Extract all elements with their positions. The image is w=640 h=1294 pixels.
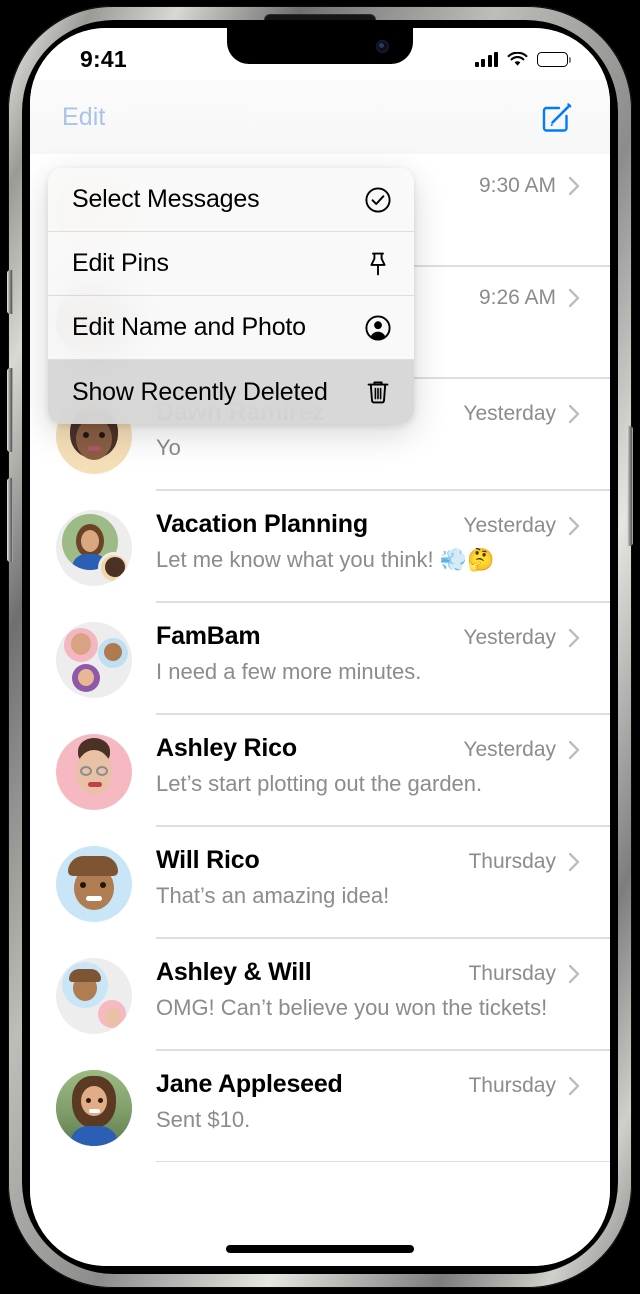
conversation-preview: Let’s start plotting out the garden. (156, 771, 483, 796)
table-row[interactable]: Ashley Rico Yesterday Let’s start plotti… (30, 714, 610, 826)
table-row[interactable]: Jane Appleseed Thursday Sent $10. (30, 1050, 610, 1162)
edit-button[interactable]: Edit (62, 103, 105, 132)
screenshot-root: 9:41 Edit 9:30 AM 9:26 AM Yesterday Yo V… (0, 0, 640, 1294)
row-meta: Thursday (454, 1074, 580, 1098)
row-meta: Thursday (454, 850, 580, 874)
conversation-time: Thursday (468, 850, 556, 873)
conversation-time: Yesterday (463, 626, 556, 649)
chevron-right-icon (568, 1076, 580, 1096)
navigation-bar: Edit (30, 80, 610, 154)
row-content: Ashley Rico Yesterday Let’s start plotti… (156, 728, 580, 798)
chevron-right-icon (568, 404, 580, 424)
phone-screen: 9:41 Edit 9:30 AM 9:26 AM Yesterday Yo V… (30, 28, 610, 1266)
row-header: Vacation Planning Yesterday (156, 510, 580, 539)
conversation-title: Ashley & Will (156, 958, 312, 986)
row-meta: Yesterday (449, 626, 580, 650)
row-header: Jane Appleseed Thursday (156, 1070, 580, 1099)
avatar (56, 734, 132, 810)
row-meta: 9:30 AM (465, 174, 580, 198)
row-meta: Thursday (454, 962, 580, 986)
conversation-time: 9:30 AM (478, 174, 556, 197)
row-meta: Yesterday (449, 402, 580, 426)
context-menu[interactable]: Select Messages Edit Pins Edit Name and … (48, 168, 414, 424)
menu-item-label: Edit Name and Photo (72, 313, 306, 341)
table-row[interactable]: Ashley & Will Thursday OMG! Can’t believ… (30, 938, 610, 1050)
conversation-time: Yesterday (463, 402, 556, 425)
wifi-icon (507, 51, 528, 66)
volume-down-button[interactable] (7, 478, 13, 562)
volume-up-button[interactable] (7, 368, 13, 452)
chevron-right-icon (568, 740, 580, 760)
status-indicators (474, 51, 572, 67)
table-row[interactable]: Vacation Planning Yesterday Let me know … (30, 490, 610, 602)
pin-icon (370, 252, 386, 275)
chevron-right-icon (568, 628, 580, 648)
front-camera-icon (376, 40, 389, 53)
row-header: Ashley Rico Yesterday (156, 734, 580, 763)
conversation-title: Will Rico (156, 846, 260, 874)
silence-switch[interactable] (7, 270, 13, 314)
conversation-preview: That’s an amazing idea! (156, 883, 390, 908)
chevron-right-icon (568, 516, 580, 536)
menu-item-select-messages[interactable]: Select Messages (48, 168, 414, 232)
conversation-preview: Let me know what you think! 💨🤔 (156, 547, 495, 572)
chevron-right-icon (568, 288, 580, 308)
battery-full-icon (537, 51, 572, 67)
conversation-preview: I need a few more minutes. (156, 659, 422, 684)
row-meta: 9:26 AM (465, 286, 580, 310)
conversation-time: Thursday (468, 1074, 556, 1097)
conversation-time: Yesterday (463, 514, 556, 537)
power-button[interactable] (627, 426, 633, 546)
conversation-title: FamBam (156, 622, 261, 650)
avatar (56, 958, 132, 1034)
notch (227, 28, 413, 64)
avatar (56, 1070, 132, 1146)
menu-item-label: Edit Pins (72, 249, 169, 277)
status-time: 9:41 (80, 45, 127, 72)
checkmark-circle-icon (365, 186, 391, 213)
table-row[interactable]: FamBam Yesterday I need a few more minut… (30, 602, 610, 714)
home-indicator[interactable] (226, 1245, 414, 1253)
conversation-title: Vacation Planning (156, 510, 368, 538)
conversation-time: 9:26 AM (478, 286, 556, 309)
conversation-time: Yesterday (463, 738, 556, 761)
avatar (56, 846, 132, 922)
row-content: Ashley & Will Thursday OMG! Can’t believ… (156, 952, 580, 1022)
row-meta: Yesterday (449, 738, 580, 762)
conversation-preview: OMG! Can’t believe you won the tickets! (156, 995, 548, 1020)
conversation-preview: Sent $10. (156, 1107, 251, 1132)
row-content: FamBam Yesterday I need a few more minut… (156, 616, 580, 686)
compose-icon[interactable] (540, 100, 574, 134)
chevron-right-icon (568, 176, 580, 196)
row-meta: Yesterday (449, 514, 580, 538)
row-content: Will Rico Thursday That’s an amazing ide… (156, 840, 580, 910)
row-header: Will Rico Thursday (156, 846, 580, 875)
conversation-title: Ashley Rico (156, 734, 297, 762)
menu-item-edit-name-and-photo[interactable]: Edit Name and Photo (48, 296, 414, 360)
trash-icon (367, 381, 389, 404)
menu-item-edit-pins[interactable]: Edit Pins (48, 232, 414, 296)
table-row[interactable]: Will Rico Thursday That’s an amazing ide… (30, 826, 610, 938)
chevron-right-icon (568, 964, 580, 984)
conversation-preview: Yo (156, 435, 181, 460)
avatar (56, 622, 132, 698)
menu-item-label: Select Messages (72, 185, 260, 213)
person-circle-icon (365, 314, 391, 341)
cellular-bars-icon (474, 51, 498, 67)
avatar (56, 510, 132, 586)
row-content: Jane Appleseed Thursday Sent $10. (156, 1064, 580, 1134)
row-header: Ashley & Will Thursday (156, 958, 580, 987)
conversation-title: Jane Appleseed (156, 1070, 343, 1098)
chevron-right-icon (568, 852, 580, 872)
row-header: FamBam Yesterday (156, 622, 580, 651)
menu-item-show-recently-deleted[interactable]: Show Recently Deleted (48, 360, 414, 424)
conversation-time: Thursday (468, 962, 556, 985)
row-content: Vacation Planning Yesterday Let me know … (156, 504, 580, 574)
menu-item-label: Show Recently Deleted (72, 377, 328, 406)
messages-app: 9:41 Edit 9:30 AM 9:26 AM Yesterday Yo V… (30, 28, 610, 1266)
